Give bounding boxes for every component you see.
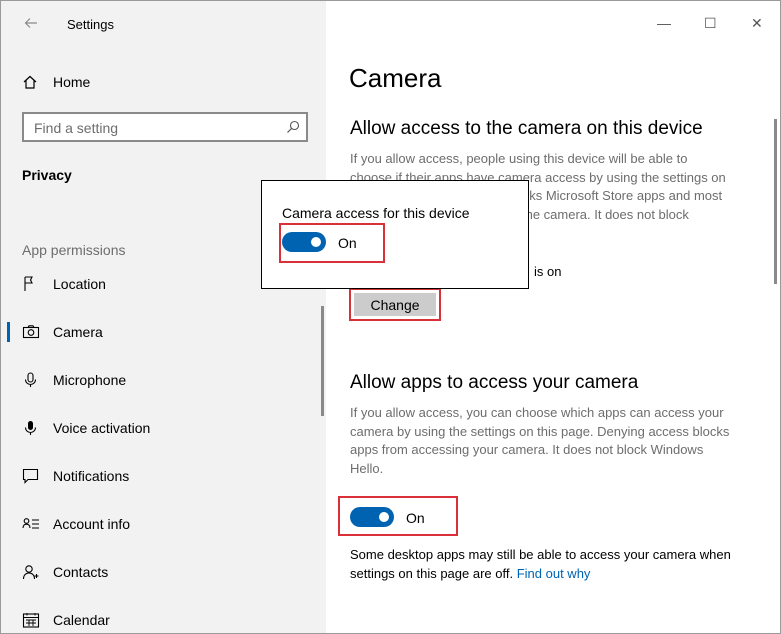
close-button[interactable]: ✕: [751, 15, 763, 32]
apps-section-heading: Allow apps to access your camera: [350, 372, 639, 393]
search-box[interactable]: [22, 112, 308, 142]
camera-icon: [22, 324, 40, 340]
sidebar-item-voice-activation[interactable]: Voice activation: [1, 413, 319, 443]
notifications-icon: [22, 468, 40, 484]
app-title: Settings: [67, 17, 114, 32]
microphone-icon: [22, 372, 40, 388]
description-line: camera by using the settings on this pag…: [350, 423, 730, 439]
dialog-toggle-state: On: [338, 235, 357, 251]
search-input[interactable]: [34, 119, 274, 137]
apps-section-description: If you allow access, you can choose whic…: [350, 404, 729, 478]
toggle-knob: [379, 512, 389, 522]
minimize-button[interactable]: —: [657, 15, 671, 31]
note-line: Some desktop apps may still be able to a…: [350, 547, 731, 562]
home-label: Home: [53, 74, 91, 90]
description-line: If you allow access, people using this d…: [350, 151, 688, 166]
sidebar-item-label: Camera: [53, 324, 103, 340]
main-scrollbar[interactable]: [774, 119, 777, 284]
device-access-status: is on: [534, 264, 562, 279]
contacts-icon: [22, 564, 40, 580]
sidebar-scrollbar[interactable]: [321, 306, 324, 416]
sidebar-item-label: Contacts: [53, 564, 109, 580]
home-nav[interactable]: Home: [22, 71, 90, 93]
sidebar-item-contacts[interactable]: Contacts: [1, 557, 319, 587]
sidebar: Settings Home Privacy App permissions Lo…: [1, 1, 326, 633]
sidebar-item-label: Microphone: [53, 372, 127, 388]
sidebar-item-label: Calendar: [53, 612, 110, 628]
change-button-highlight: Change: [349, 288, 441, 321]
location-icon: [22, 276, 40, 292]
find-out-why-link[interactable]: Find out why: [517, 566, 591, 581]
description-line: Hello.: [350, 460, 384, 476]
account-info-icon: [22, 516, 40, 532]
page-title: Camera: [349, 63, 442, 93]
apps-camera-toggle[interactable]: [350, 507, 394, 527]
camera-access-dialog: Camera access for this device On: [261, 180, 529, 289]
dialog-title: Camera access for this device: [282, 205, 470, 221]
sidebar-item-label: Notifications: [53, 468, 130, 484]
sidebar-item-label: Voice activation: [53, 420, 151, 436]
voice-activation-icon: [22, 420, 40, 436]
description-line: apps from accessing your camera. It does…: [350, 442, 704, 457]
maximize-button[interactable]: ☐: [704, 15, 717, 32]
sidebar-item-camera[interactable]: Camera: [1, 317, 319, 347]
desktop-apps-note: Some desktop apps may still be able to a…: [350, 546, 731, 583]
sidebar-item-account-info[interactable]: Account info: [1, 509, 319, 539]
device-camera-toggle[interactable]: [282, 232, 326, 252]
note-line: settings on this page are off.: [350, 565, 514, 581]
sidebar-item-notifications[interactable]: Notifications: [1, 461, 319, 491]
sidebar-item-label: Account info: [53, 516, 131, 532]
settings-window: Settings Home Privacy App permissions Lo…: [0, 0, 781, 634]
back-arrow-icon[interactable]: [23, 15, 39, 31]
active-indicator: [7, 322, 10, 342]
toggle-knob: [311, 237, 321, 247]
sidebar-item-label: Location: [53, 276, 106, 292]
calendar-icon: [22, 612, 40, 628]
category-title: Privacy: [22, 167, 72, 183]
search-icon[interactable]: [286, 120, 300, 139]
change-button[interactable]: Change: [354, 293, 436, 316]
apps-toggle-state: On: [406, 510, 425, 526]
sidebar-item-microphone[interactable]: Microphone: [1, 365, 319, 395]
sidebar-item-calendar[interactable]: Calendar: [1, 605, 319, 633]
device-section-heading: Allow access to the camera on this devic…: [350, 118, 703, 139]
description-line: If you allow access, you can choose whic…: [350, 405, 724, 420]
section-label: App permissions: [22, 242, 126, 258]
home-icon: [23, 75, 37, 89]
